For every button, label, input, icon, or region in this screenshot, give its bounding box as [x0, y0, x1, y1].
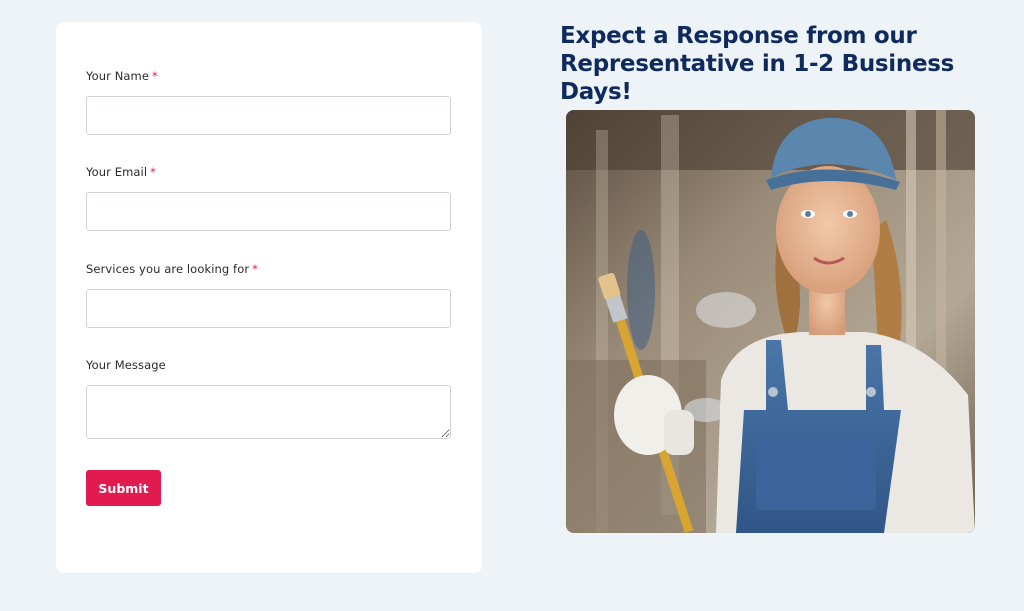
required-mark: *: [252, 262, 259, 276]
required-mark: *: [152, 69, 158, 83]
services-field-group: Services you are looking for *: [86, 262, 452, 328]
contact-form-card: Your Name * Your Email * Services you are …: [56, 22, 482, 573]
page: Your Name * Your Email * Services you are …: [0, 0, 1024, 611]
heading-line-2: Representative in 1-2 Business Days!: [560, 51, 955, 105]
name-field-group: Your Name *: [86, 69, 452, 135]
painter-illustration: [566, 110, 975, 533]
required-mark: *: [150, 165, 156, 179]
page-heading: Expect a Response from our Representativ…: [560, 22, 1000, 106]
heading-line-1: Expect a Response from our: [560, 23, 917, 49]
services-field-label: Services you are looking for *: [86, 262, 259, 276]
message-field-group: Your Message: [86, 358, 452, 439]
painter-photo: [566, 110, 975, 533]
message-field-label: Your Message: [86, 358, 166, 372]
name-field-label: Your Name *: [86, 69, 158, 83]
email-input[interactable]: [86, 192, 451, 231]
email-field-label: Your Email *: [86, 165, 156, 179]
email-field-group: Your Email *: [86, 165, 452, 231]
submit-button[interactable]: Submit: [86, 470, 161, 506]
name-input[interactable]: [86, 96, 451, 135]
services-input[interactable]: [86, 289, 451, 328]
message-textarea[interactable]: [86, 385, 451, 439]
